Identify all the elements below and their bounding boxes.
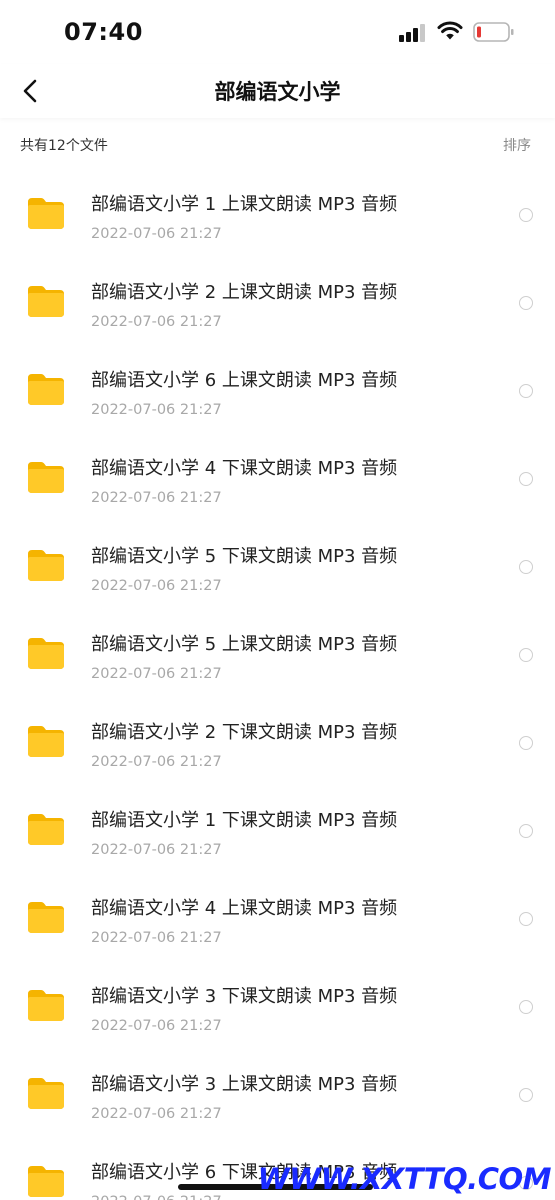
file-name: 部编语文小学 6 上课文朗读 MP3 音频 [91,370,398,391]
file-row[interactable]: 部编语文小学 5 下课文朗读 MP3 音频 2022-07-06 21:27 [0,522,555,610]
file-date: 2022-07-06 21:27 [91,666,222,682]
select-radio[interactable] [519,560,533,574]
folder-icon [28,902,64,933]
status-time: 07:40 [64,18,143,46]
file-date: 2022-07-06 21:27 [91,930,222,946]
navigation-bar: 部编语文小学 [0,64,555,118]
select-radio[interactable] [519,472,533,486]
file-date: 2022-07-06 21:27 [91,842,222,858]
select-radio[interactable] [519,648,533,662]
file-row[interactable]: 部编语文小学 1 下课文朗读 MP3 音频 2022-07-06 21:27 [0,786,555,874]
status-bar: 07:40 [0,0,555,64]
file-list: 部编语文小学 1 上课文朗读 MP3 音频 2022-07-06 21:27 部… [0,170,555,1200]
file-row[interactable]: 部编语文小学 6 上课文朗读 MP3 音频 2022-07-06 21:27 [0,346,555,434]
file-row[interactable]: 部编语文小学 2 上课文朗读 MP3 音频 2022-07-06 21:27 [0,258,555,346]
file-name: 部编语文小学 5 上课文朗读 MP3 音频 [91,634,398,655]
file-name: 部编语文小学 5 下课文朗读 MP3 音频 [91,546,398,567]
folder-icon [28,638,64,669]
file-date: 2022-07-06 21:27 [91,578,222,594]
folder-icon [28,286,64,317]
select-radio[interactable] [519,824,533,838]
folder-icon [28,462,64,493]
file-date: 2022-07-06 21:27 [91,490,222,506]
file-date: 2022-07-06 21:27 [91,754,222,770]
sort-button[interactable]: 排序 [503,135,531,155]
file-name: 部编语文小学 3 上课文朗读 MP3 音频 [91,1074,398,1095]
file-date: 2022-07-06 21:27 [91,1194,222,1200]
folder-icon [28,726,64,757]
file-row[interactable]: 部编语文小学 3 下课文朗读 MP3 音频 2022-07-06 21:27 [0,962,555,1050]
file-date: 2022-07-06 21:27 [91,1018,222,1034]
file-date: 2022-07-06 21:27 [91,314,222,330]
select-radio[interactable] [519,912,533,926]
folder-icon [28,1078,64,1109]
folder-icon [28,550,64,581]
file-row[interactable]: 部编语文小学 4 上课文朗读 MP3 音频 2022-07-06 21:27 [0,874,555,962]
battery-icon [473,22,514,42]
page-title: 部编语文小学 [214,80,341,104]
file-name: 部编语文小学 2 下课文朗读 MP3 音频 [91,722,398,743]
file-name: 部编语文小学 1 上课文朗读 MP3 音频 [91,194,398,215]
file-count-label: 共有12个文件 [20,138,108,154]
watermark-text: WWW.XXTTQ.COM [257,1162,552,1196]
file-date: 2022-07-06 21:27 [91,402,222,418]
file-name: 部编语文小学 2 上课文朗读 MP3 音频 [91,282,398,303]
folder-icon [28,1166,64,1197]
file-name: 部编语文小学 3 下课文朗读 MP3 音频 [91,986,398,1007]
file-name: 部编语文小学 4 下课文朗读 MP3 音频 [91,458,398,479]
file-name: 部编语文小学 4 上课文朗读 MP3 音频 [91,898,398,919]
file-row[interactable]: 部编语文小学 4 下课文朗读 MP3 音频 2022-07-06 21:27 [0,434,555,522]
select-radio[interactable] [519,1088,533,1102]
select-radio[interactable] [519,1000,533,1014]
file-row[interactable]: 部编语文小学 5 上课文朗读 MP3 音频 2022-07-06 21:27 [0,610,555,698]
folder-icon [28,990,64,1021]
folder-icon [28,374,64,405]
file-row[interactable]: 部编语文小学 1 上课文朗读 MP3 音频 2022-07-06 21:27 [0,170,555,258]
file-name: 部编语文小学 1 下课文朗读 MP3 音频 [91,810,398,831]
file-date: 2022-07-06 21:27 [91,226,222,242]
select-radio[interactable] [519,736,533,750]
wifi-icon [437,21,463,40]
select-radio[interactable] [519,296,533,310]
file-row[interactable]: 部编语文小学 2 下课文朗读 MP3 音频 2022-07-06 21:27 [0,698,555,786]
folder-icon [28,814,64,845]
select-radio[interactable] [519,384,533,398]
file-date: 2022-07-06 21:27 [91,1106,222,1122]
folder-icon [28,198,64,229]
select-radio[interactable] [519,208,533,222]
file-row[interactable]: 部编语文小学 3 上课文朗读 MP3 音频 2022-07-06 21:27 [0,1050,555,1138]
list-header: 共有12个文件 排序 [0,124,555,164]
cellular-signal-icon [399,24,429,42]
